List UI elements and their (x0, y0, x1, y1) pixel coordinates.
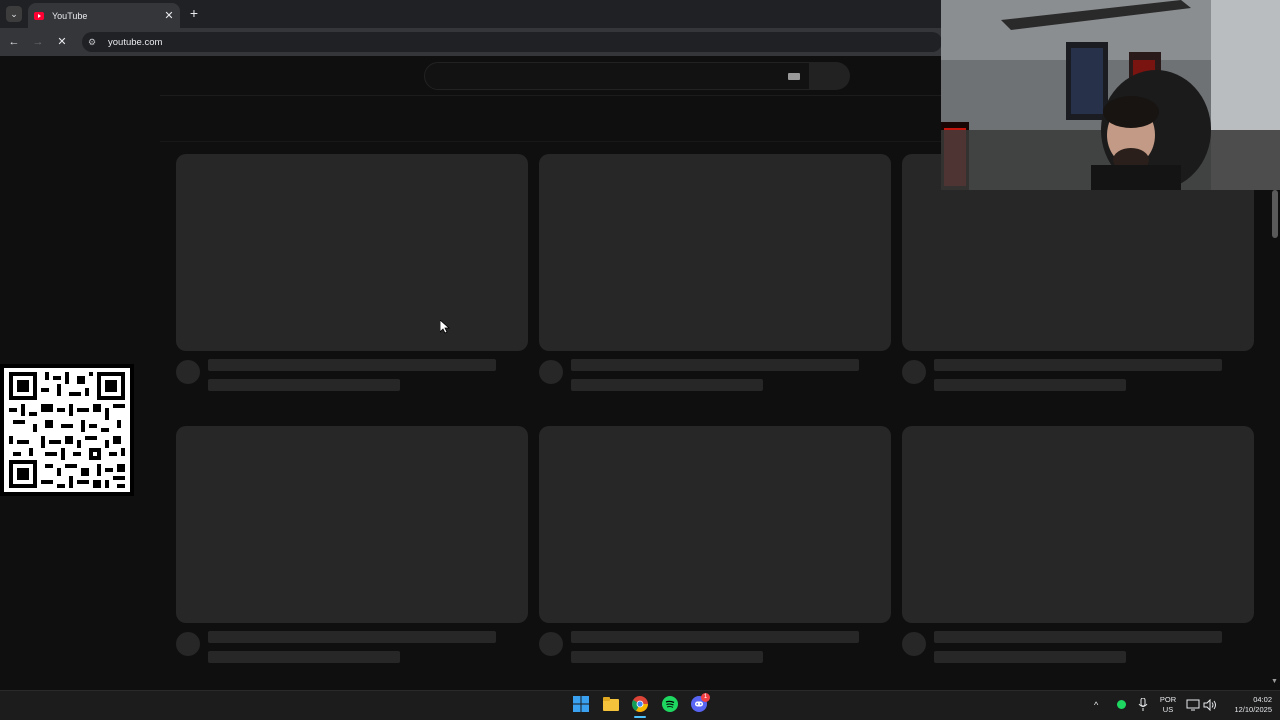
search-input[interactable] (424, 62, 810, 90)
channel-avatar-skeleton (539, 632, 563, 656)
url-text[interactable]: youtube.com (108, 37, 162, 48)
meta-skeleton (208, 379, 400, 391)
chrome-icon[interactable] (630, 694, 650, 714)
video-thumbnail-skeleton[interactable] (902, 426, 1254, 623)
tray-overflow-chevron-icon[interactable]: ^ (1094, 700, 1098, 710)
title-skeleton (934, 631, 1222, 643)
keyboard-icon[interactable] (788, 73, 800, 80)
spotify-icon[interactable] (660, 694, 680, 714)
qr-code-image (0, 364, 134, 496)
channel-avatar-skeleton (539, 360, 563, 384)
windows-start-icon[interactable] (571, 694, 591, 714)
video-thumbnail-skeleton[interactable] (176, 154, 528, 351)
meta-skeleton (571, 379, 763, 391)
site-info-icon[interactable]: ⚙ (88, 37, 102, 48)
search-button[interactable] (810, 62, 850, 90)
back-button[interactable]: ← (6, 34, 22, 50)
scroll-down-arrow-icon[interactable]: ▼ (1271, 678, 1278, 685)
tab-youtube[interactable]: YouTube ✕ (28, 3, 180, 28)
active-app-indicator (634, 716, 646, 718)
title-skeleton (208, 631, 496, 643)
file-explorer-icon[interactable] (601, 694, 621, 714)
channel-avatar-skeleton (902, 360, 926, 384)
tab-search-button[interactable]: ⌄ (6, 6, 22, 22)
video-thumbnail-skeleton[interactable] (539, 154, 891, 351)
channel-avatar-skeleton (176, 360, 200, 384)
tab-close-icon[interactable]: ✕ (162, 9, 176, 22)
address-bar[interactable]: ⚙ youtube.com (82, 32, 942, 52)
meta-skeleton (934, 651, 1126, 663)
title-skeleton (208, 359, 496, 371)
title-skeleton (934, 359, 1222, 371)
meta-skeleton (934, 379, 1126, 391)
new-tab-button[interactable]: + (186, 5, 202, 21)
volume-icon[interactable] (1200, 695, 1220, 715)
microphone-icon[interactable] (1133, 695, 1153, 715)
spotify-tray-icon[interactable] (1117, 700, 1126, 709)
forward-button[interactable]: → (30, 34, 46, 50)
youtube-favicon-icon (34, 11, 44, 21)
input-language[interactable]: POR US (1156, 695, 1180, 715)
stop-loading-button[interactable]: ✕ (54, 34, 70, 50)
video-thumbnail-skeleton[interactable] (176, 426, 528, 623)
title-skeleton (571, 631, 859, 643)
tab-title: YouTube (52, 10, 88, 21)
clock[interactable]: 04:02 12/10/2025 (1222, 695, 1272, 715)
scrollbar-thumb[interactable] (1272, 190, 1278, 238)
mouse-cursor-icon (439, 319, 451, 339)
webcam-overlay (941, 0, 1280, 190)
meta-skeleton (571, 651, 763, 663)
scrollbar-track[interactable] (1270, 190, 1280, 684)
discord-notification-badge: 1 (701, 693, 710, 702)
channel-avatar-skeleton (902, 632, 926, 656)
video-thumbnail-skeleton[interactable] (539, 426, 891, 623)
title-skeleton (571, 359, 859, 371)
channel-avatar-skeleton (176, 632, 200, 656)
meta-skeleton (208, 651, 400, 663)
